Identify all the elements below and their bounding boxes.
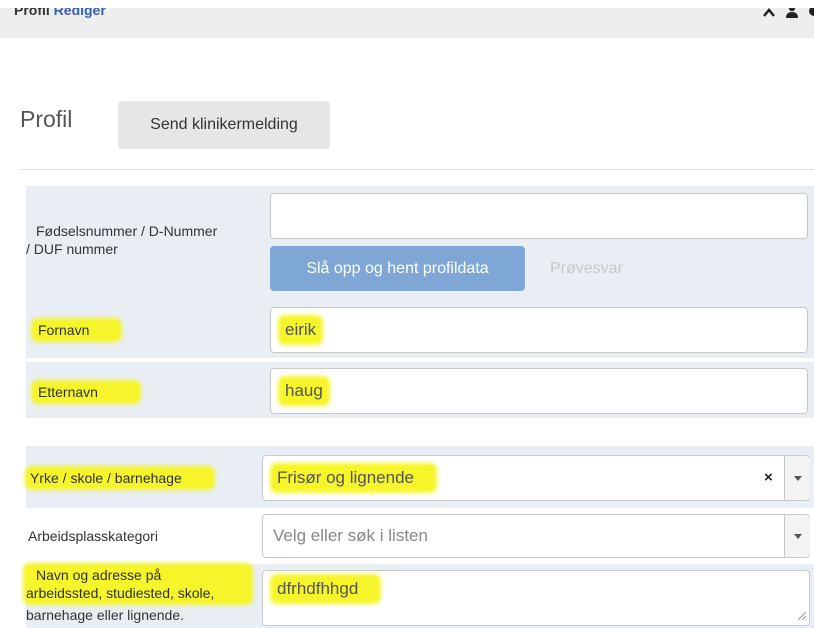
address-label: Navn og adresse på arbeidssted, studiest… <box>26 566 250 602</box>
occupation-value: Frisør og lignende <box>273 466 435 490</box>
clear-icon[interactable]: × <box>764 469 773 486</box>
send-clinician-message-button[interactable]: Send klinikermelding <box>118 101 330 149</box>
address-textarea[interactable]: dfrhdfhhgd <box>262 570 810 626</box>
lookup-profile-button[interactable]: Slå opp og hent profildata <box>270 246 525 291</box>
id-number-label-line2: / DUF nummer <box>26 241 118 257</box>
top-clip <box>0 0 814 8</box>
occupation-label: Yrke / skole / barnehage <box>28 469 212 487</box>
last-name-label: Etternavn <box>34 383 138 401</box>
id-number-label-line1: Fødselsnummer / D-Nummer <box>36 223 218 239</box>
workplace-category-placeholder: Velg eller søk i listen <box>273 526 428 545</box>
occupation-select[interactable]: Frisør og lignende <box>262 455 810 501</box>
first-name-input[interactable]: eirik <box>270 307 808 353</box>
id-number-label: Fødselsnummer / D-Nummer / DUF nummer <box>26 222 218 258</box>
last-name-input[interactable]: haug <box>270 368 808 414</box>
chevron-down-icon[interactable] <box>784 456 810 500</box>
address-label-line3: barnehage eller lignende. <box>26 607 185 623</box>
workplace-category-label: Arbeidsplasskategori <box>28 528 158 544</box>
first-name-value: eirik <box>281 318 321 342</box>
last-name-value: haug <box>281 379 327 403</box>
chevron-down-icon[interactable] <box>784 515 810 557</box>
test-results-link[interactable]: Prøvesvar <box>550 260 623 278</box>
page-title: Profil <box>20 106 73 132</box>
id-number-input[interactable] <box>270 193 808 239</box>
address-label-line2: arbeidssted, studiested, skole, <box>26 585 215 601</box>
address-label-line1: Navn og adresse på <box>36 567 162 583</box>
first-name-label: Fornavn <box>34 321 120 339</box>
address-value: dfrhdfhhgd <box>273 577 379 601</box>
divider <box>20 169 814 170</box>
resize-handle-icon[interactable] <box>797 611 807 623</box>
workplace-category-select[interactable]: Velg eller søk i listen <box>262 514 810 558</box>
